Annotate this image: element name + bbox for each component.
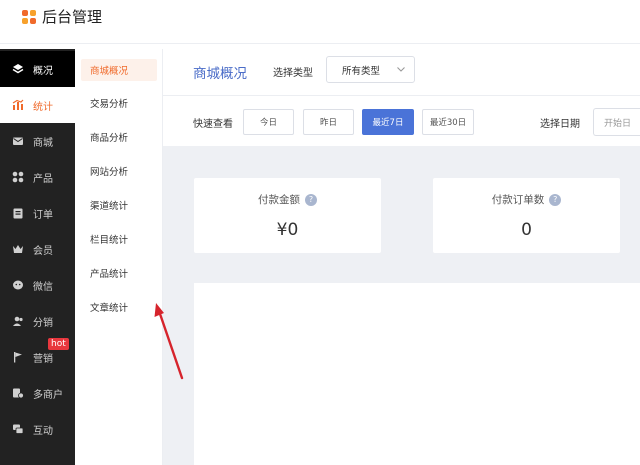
sidebar-item-label: 分销 [33, 317, 53, 329]
submenu-item-product-analysis[interactable]: 商品分析 [81, 126, 157, 148]
flag-icon [12, 351, 24, 363]
sidebar-item-statistics[interactable]: 统计 [0, 87, 75, 123]
mail-icon [12, 135, 24, 147]
help-icon[interactable]: ? [549, 193, 562, 206]
hot-badge: hot [48, 338, 69, 350]
start-date-input[interactable]: 开始日 [593, 108, 640, 136]
today-button[interactable]: 今日 [243, 109, 294, 135]
wechat-icon [12, 279, 24, 291]
sidebar-item-wechat[interactable]: 微信 [0, 267, 75, 303]
main-content: 商城概况 选择类型 所有类型 快速查看 今日 昨日 最近7日 最近30日 选择日… [163, 44, 640, 465]
yesterday-button[interactable]: 昨日 [303, 109, 354, 135]
sidebar-item-label: 会员 [33, 245, 53, 257]
sidebar-item-mall[interactable]: 商城 [0, 123, 75, 159]
payment-amount-card: 付款金额 ? ¥0 [194, 178, 381, 253]
app-logo[interactable]: 后台管理 [22, 6, 102, 27]
last-7-days-button[interactable]: 最近7日 [362, 109, 414, 135]
submenu-item-site-analysis[interactable]: 网站分析 [81, 160, 157, 182]
type-select-value: 所有类型 [342, 65, 381, 77]
sidebar-item-orders[interactable]: 订单 [0, 195, 75, 231]
chart-icon [12, 99, 24, 111]
submenu-item-product-stats[interactable]: 产品统计 [81, 262, 157, 284]
chevron-down-icon [396, 64, 406, 77]
sidebar-item-members[interactable]: 会员 [0, 231, 75, 267]
sidebar-item-products[interactable]: 产品 [0, 159, 75, 195]
top-bar: 后台管理 [0, 0, 640, 44]
sidebar-item-label: 概况 [33, 65, 53, 77]
sidebar-item-label: 多商户 [33, 389, 63, 401]
clipboard-icon [12, 207, 24, 219]
submenu-item-channel-stats[interactable]: 渠道统计 [81, 194, 157, 216]
sidebar-item-label: 统计 [33, 101, 53, 113]
annotation-arrow-icon [154, 303, 184, 380]
submenu-item-article-stats[interactable]: 文章统计 [81, 296, 157, 318]
chart-panel [194, 283, 640, 465]
sidebar-item-distribution[interactable]: 分销 [0, 303, 75, 339]
grid-icon [12, 171, 24, 183]
quick-view-label: 快速查看 [193, 119, 233, 130]
layers-icon [12, 63, 24, 75]
sidebar-item-label: 互动 [33, 425, 53, 437]
primary-sidebar: 概况 统计 商城 产品 订单 会员 微信 分销 营销 多商户 互动 [0, 49, 75, 465]
sidebar-item-label: 商城 [33, 137, 53, 149]
sidebar-item-overview[interactable]: 概况 [0, 51, 75, 87]
quick-filter-bar: 快速查看 今日 昨日 最近7日 最近30日 选择日期 开始日 [163, 96, 640, 146]
submenu-item-column-stats[interactable]: 栏目统计 [81, 228, 157, 250]
card-value: 0 [521, 220, 532, 240]
submenu-item-mall-overview[interactable]: 商城概况 [81, 59, 157, 81]
type-filter-label: 选择类型 [273, 68, 313, 79]
crown-icon [12, 243, 24, 255]
sidebar-item-label: 营销 [33, 353, 53, 365]
page-title: 商城概况 [193, 66, 247, 82]
secondary-menu: 商城概况 交易分析 商品分析 网站分析 渠道统计 栏目统计 产品统计 文章统计 [75, 49, 163, 465]
card-title: 付款订单数 [491, 194, 545, 206]
paid-orders-card: 付款订单数 ? 0 [433, 178, 620, 253]
logo-icon [22, 9, 36, 24]
sidebar-item-label: 微信 [33, 281, 53, 293]
sidebar-item-interaction[interactable]: 互动 [0, 411, 75, 447]
store-icon [12, 387, 24, 399]
sidebar-item-label: 产品 [33, 173, 53, 185]
date-range-label: 选择日期 [540, 119, 580, 130]
users-icon [12, 315, 24, 327]
sidebar-item-multi-merchant[interactable]: 多商户 [0, 375, 75, 411]
page-header: 商城概况 选择类型 所有类型 [163, 44, 640, 96]
dashboard-area: 付款金额 ? ¥0 付款订单数 ? 0 [163, 146, 640, 465]
app-title: 后台管理 [42, 8, 103, 26]
help-icon[interactable]: ? [305, 193, 317, 206]
submenu-item-trade-analysis[interactable]: 交易分析 [81, 92, 157, 114]
card-value: ¥0 [276, 220, 299, 240]
chat-icon [12, 423, 24, 435]
last-30-days-button[interactable]: 最近30日 [422, 109, 474, 135]
type-select[interactable]: 所有类型 [326, 56, 415, 83]
sidebar-item-label: 订单 [33, 209, 53, 221]
card-title: 付款金额 [258, 194, 300, 206]
